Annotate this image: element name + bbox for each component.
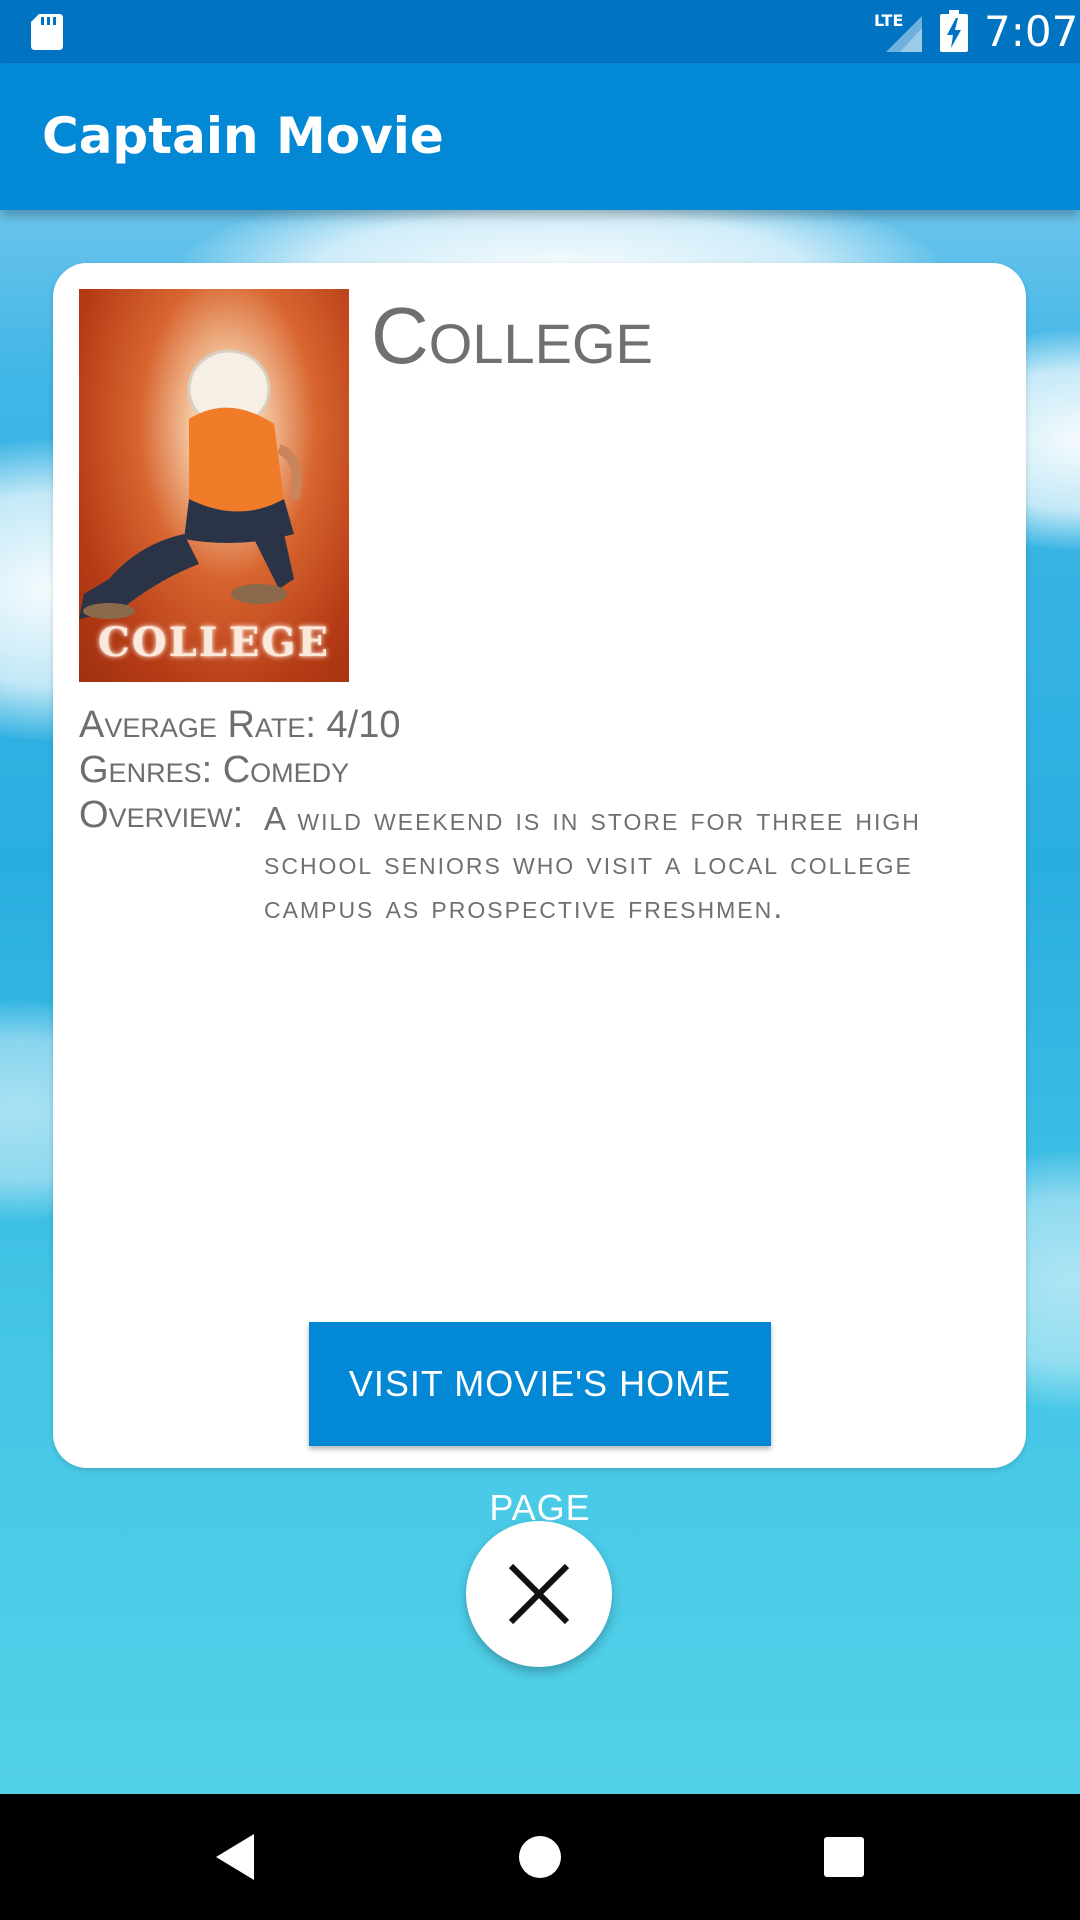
overview-text: A wild weekend is in store for three hig…	[264, 800, 921, 925]
screen: LTE 7:07 Captain Movie COLLEGE College A…	[0, 0, 1080, 1920]
app-title: Captain Movie	[42, 107, 444, 165]
back-icon	[216, 1834, 254, 1880]
movie-title: College	[371, 291, 653, 380]
lte-signal-icon: LTE	[874, 10, 922, 52]
poster-title-text: COLLEGE	[97, 619, 331, 666]
status-bar: LTE 7:07	[0, 0, 1080, 63]
genres-row: Genres: Comedy	[79, 748, 349, 792]
average-rate-row: Average Rate: 4/10	[79, 703, 400, 747]
nav-home-button[interactable]	[480, 1794, 600, 1920]
svg-text:LTE: LTE	[874, 11, 903, 30]
close-icon	[508, 1563, 570, 1625]
battery-charging-icon	[940, 10, 968, 52]
close-button[interactable]	[466, 1521, 612, 1667]
genres-label: Genres:	[79, 749, 213, 791]
home-icon	[519, 1836, 561, 1878]
movie-poster: COLLEGE	[79, 289, 349, 682]
average-rate-value: 4/10	[326, 704, 401, 746]
visit-home-page-button[interactable]: VISIT MOVIE'S HOME PAGE	[309, 1322, 771, 1528]
navigation-bar	[0, 1794, 1080, 1920]
movie-detail-card: COLLEGE College Average Rate: 4/10 Genre…	[53, 263, 1026, 1528]
nav-back-button[interactable]	[176, 1794, 296, 1920]
status-time: 7:07	[984, 7, 1079, 56]
overview-label: Overview:	[79, 794, 244, 836]
poster-figure-illustration	[79, 349, 302, 619]
recents-icon	[824, 1837, 864, 1877]
nav-recents-button[interactable]	[784, 1794, 904, 1920]
genres-value: Comedy	[222, 749, 350, 791]
average-rate-label: Average Rate:	[79, 704, 316, 746]
sd-card-icon	[31, 14, 63, 50]
app-bar: Captain Movie	[0, 63, 1080, 210]
